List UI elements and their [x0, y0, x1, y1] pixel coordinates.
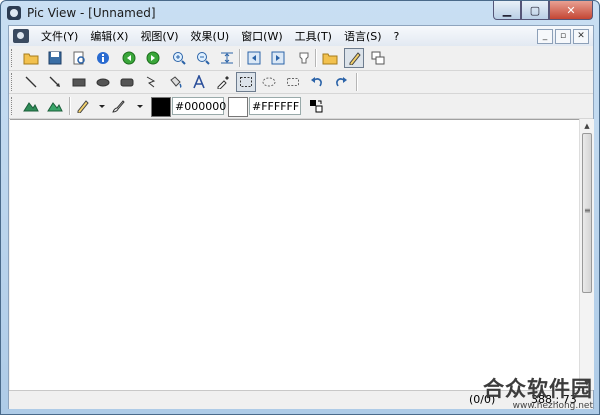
toolbar-separator — [315, 49, 317, 67]
scroll-thumb[interactable] — [582, 133, 592, 293]
mdi-minimize-button[interactable]: _ — [537, 29, 553, 44]
cascade-windows-icon[interactable] — [369, 49, 387, 67]
mountain-icon[interactable] — [22, 97, 40, 115]
menu-view[interactable]: 视图(V) — [134, 28, 184, 44]
folder-icon[interactable] — [321, 49, 339, 67]
style-toolbar: #000000 #FFFFFF — [9, 94, 593, 119]
close-button[interactable]: ✕ — [549, 1, 593, 20]
menu-file[interactable]: 文件(Y) — [35, 28, 84, 44]
undo-icon[interactable] — [308, 73, 326, 91]
watermark-title: 合众软件园 — [483, 377, 593, 401]
mdi-restore-button[interactable]: ▫ — [555, 29, 571, 44]
menu-bar: 文件(Y) 编辑(X) 视图(V) 效果(U) 窗口(W) 工具(T) 语言(S… — [9, 26, 593, 46]
line-tool-icon[interactable] — [22, 73, 40, 91]
first-page-icon[interactable] — [245, 49, 263, 67]
toolbar-separator — [239, 49, 241, 67]
toolbar-grip[interactable] — [11, 97, 15, 115]
redo-icon[interactable] — [332, 73, 350, 91]
zoom-in-icon[interactable] — [170, 49, 188, 67]
image-canvas[interactable] — [10, 119, 579, 391]
title-bar[interactable]: Pic View - [Unnamed] ▁ ▢ ✕ — [1, 1, 599, 25]
client-area: 文件(Y) 编辑(X) 视图(V) 效果(U) 窗口(W) 工具(T) 语言(S… — [8, 25, 594, 409]
menu-help[interactable]: ? — [388, 30, 406, 43]
scroll-up-icon[interactable]: ▲ — [581, 120, 593, 132]
fill-bucket-icon[interactable] — [166, 73, 184, 91]
document-icon[interactable] — [13, 29, 29, 43]
toolbar-grip[interactable] — [11, 49, 15, 67]
app-icon — [7, 6, 21, 20]
window-title: Pic View - [Unnamed] — [27, 6, 156, 20]
toolbar-separator — [69, 97, 71, 115]
watermark: 合众软件园 www.hezhong.net — [483, 373, 593, 411]
main-toolbar — [9, 46, 593, 71]
pencil-icon[interactable] — [73, 97, 91, 115]
arrow-tool-icon[interactable] — [46, 73, 64, 91]
menu-window[interactable]: 窗口(W) — [235, 28, 288, 44]
foreground-color-swatch[interactable] — [151, 97, 171, 117]
save-icon[interactable] — [46, 49, 64, 67]
eyedropper-icon[interactable] — [214, 73, 232, 91]
filled-rectangle-icon[interactable] — [70, 73, 88, 91]
rectangle-select-icon[interactable] — [236, 72, 256, 92]
freeform-select-icon[interactable] — [284, 73, 302, 91]
last-page-icon[interactable] — [269, 49, 287, 67]
menu-tools[interactable]: 工具(T) — [289, 28, 338, 44]
maximize-button[interactable]: ▢ — [521, 1, 549, 20]
edit-mode-icon[interactable] — [344, 48, 364, 68]
brush-dropdown-icon[interactable] — [131, 97, 149, 115]
mountain-outline-icon[interactable] — [46, 97, 64, 115]
ellipse-select-icon[interactable] — [260, 73, 278, 91]
rounded-rectangle-icon[interactable] — [118, 73, 136, 91]
text-tool-icon[interactable] — [190, 73, 208, 91]
menu-effects[interactable]: 效果(U) — [185, 28, 236, 44]
menu-language[interactable]: 语言(S) — [338, 28, 388, 44]
open-folder-icon[interactable] — [22, 49, 40, 67]
foreground-color-field[interactable]: #000000 — [172, 97, 226, 115]
minimize-button[interactable]: ▁ — [493, 1, 521, 20]
menu-edit[interactable]: 编辑(X) — [84, 28, 134, 44]
previous-icon[interactable] — [120, 49, 138, 67]
brush-icon[interactable] — [109, 97, 127, 115]
fit-icon[interactable] — [218, 49, 236, 67]
background-color-field[interactable]: #FFFFFF — [249, 97, 301, 115]
print-preview-icon[interactable] — [70, 49, 88, 67]
next-icon[interactable] — [144, 49, 162, 67]
stamp-icon[interactable] — [295, 49, 313, 67]
info-icon[interactable] — [94, 49, 112, 67]
app-window: Pic View - [Unnamed] ▁ ▢ ✕ 文件(Y) 编辑(X) 视… — [0, 0, 600, 415]
drawing-toolbar — [9, 71, 593, 94]
toolbar-grip[interactable] — [11, 73, 15, 91]
mdi-close-button[interactable]: ✕ — [573, 29, 589, 44]
zoom-out-icon[interactable] — [194, 49, 212, 67]
polygon-tool-icon[interactable] — [142, 73, 160, 91]
background-color-swatch[interactable] — [228, 97, 248, 117]
swap-colors-icon[interactable] — [307, 97, 325, 115]
vertical-scrollbar[interactable]: ▲ ▼ — [579, 119, 594, 390]
filled-ellipse-icon[interactable] — [94, 73, 112, 91]
toolbar-separator — [356, 73, 358, 91]
